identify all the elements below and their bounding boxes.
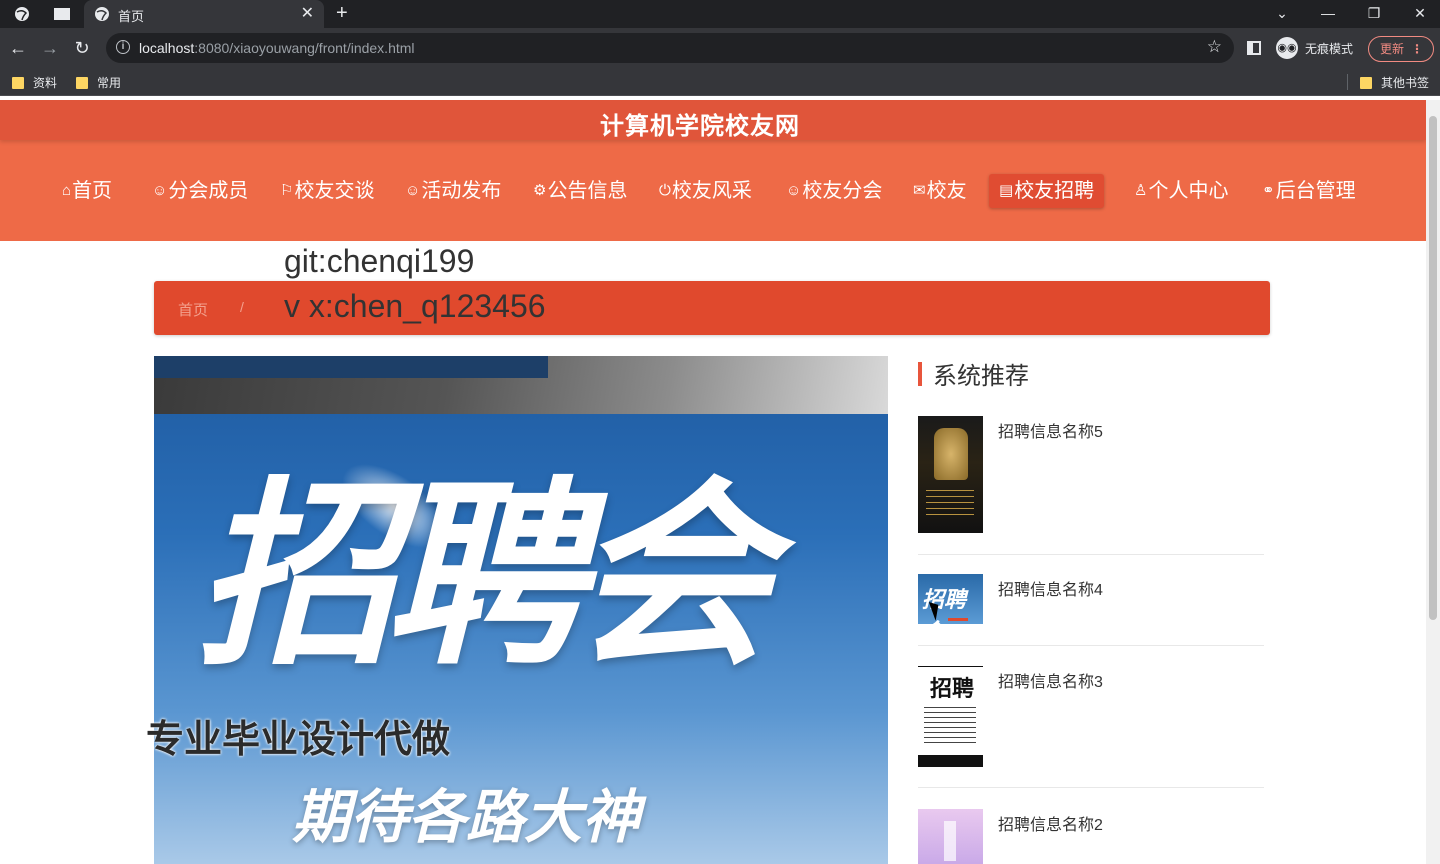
document-icon: ▤	[999, 182, 1014, 199]
watermark-wechat: v x:chen_q123456	[284, 288, 546, 324]
recommend-accent-bar	[918, 361, 922, 386]
reload-icon[interactable]: ↻	[70, 36, 94, 60]
bookmark-folder-ziliao[interactable]: 资料	[12, 74, 57, 91]
nav-item-chat[interactable]: ⚐ 校友交谈	[280, 174, 374, 208]
scrollbar-thumb[interactable]	[1429, 116, 1437, 620]
bookmark-separator	[1347, 74, 1348, 90]
recommend-thumbnail[interactable]	[918, 416, 983, 533]
forward-icon[interactable]: →	[38, 36, 62, 60]
more-vert-icon[interactable]: ⋮	[1411, 37, 1423, 61]
bookmark-folder-other[interactable]: 其他书签	[1360, 74, 1429, 91]
breadcrumb-home-link[interactable]: 首页	[178, 299, 208, 320]
recommend-thumbnail[interactable]: 招聘	[918, 666, 983, 768]
browser-menu-icon[interactable]	[12, 4, 32, 24]
url-text[interactable]: localhost:8080/xiaoyouwang/front/index.h…	[139, 40, 415, 56]
globe-icon	[94, 6, 110, 27]
incognito-indicator[interactable]: ◉◉ 无痕模式	[1276, 37, 1353, 59]
recruitment-poster-image: 招聘会 期待各路大神	[154, 356, 888, 864]
poster-title: 招聘会	[196, 458, 772, 693]
nav-item-alumni[interactable]: ✉ 校友	[913, 174, 967, 208]
recommend-item-name[interactable]: 招聘信息名称2	[998, 811, 1103, 835]
breadcrumb-separator: /	[240, 299, 244, 315]
chevron-down-icon[interactable]: ⌄	[1267, 2, 1297, 24]
divider	[918, 554, 1264, 555]
update-button[interactable]: 更新 ⋮	[1368, 36, 1434, 62]
folder-icon	[12, 76, 24, 89]
back-icon[interactable]: ←	[6, 36, 30, 60]
site-header: 计算机学院校友网 ⌂ 首页 ☺ 分会成员 ⚐ 校友交谈 ☺ 活动发布 ⚙ 公告信息 ⏻ 校友…	[0, 100, 1426, 241]
divider	[918, 787, 1264, 788]
nav-item-showcase[interactable]: ⏻ 校友风采	[659, 174, 752, 208]
tab-title: 首页	[118, 9, 145, 24]
palette-icon: ☺	[405, 182, 421, 199]
close-icon[interactable]: ✕	[301, 4, 314, 24]
browser-tab-strip: 首页 ✕ + ⌄ — ❐ ✕	[0, 0, 1440, 28]
close-window-icon[interactable]: ✕	[1405, 2, 1435, 24]
recommend-thumbnail[interactable]: 招聘会	[918, 574, 983, 624]
user-icon: ♙	[1134, 182, 1148, 199]
watermark-service: 专业毕业设计代做	[146, 719, 451, 761]
restore-icon[interactable]: ❐	[1359, 2, 1389, 24]
page-viewport: 计算机学院校友网 ⌂ 首页 ☺ 分会成员 ⚐ 校友交谈 ☺ 活动发布 ⚙ 公告信息 ⏻ 校友…	[0, 100, 1440, 864]
bookmarks-bar: 资料 常用 其他书签	[0, 68, 1440, 96]
recommend-title: 系统推荐	[933, 363, 1029, 390]
nav-item-profile[interactable]: ♙ 个人中心	[1134, 174, 1228, 208]
tab-search-icon[interactable]	[52, 4, 72, 24]
incognito-icon: ◉◉	[1276, 37, 1298, 59]
power-icon: ⏻	[659, 182, 671, 199]
address-bar[interactable]: i localhost:8080/xiaoyouwang/front/index…	[106, 33, 1234, 63]
smile-icon: ☺	[786, 182, 802, 199]
minimize-icon[interactable]: —	[1313, 2, 1343, 24]
poster-subtitle: 期待各路大神	[292, 783, 641, 851]
bookmark-folder-changyong[interactable]: 常用	[76, 74, 121, 91]
nav-item-admin[interactable]: ⚭ 后台管理	[1262, 174, 1356, 208]
home-icon: ⌂	[62, 182, 72, 199]
smile-icon: ☺	[152, 182, 168, 199]
info-icon[interactable]: i	[116, 40, 130, 54]
recommend-item-name[interactable]: 招聘信息名称4	[998, 576, 1103, 600]
tab-home[interactable]: 首页 ✕	[84, 0, 324, 28]
watermark-git: git:chenqi199	[284, 243, 475, 279]
link-icon: ⚭	[1262, 182, 1275, 199]
incognito-label: 无痕模式	[1305, 41, 1354, 56]
browser-toolbar: ← → ↻ i localhost:8080/xiaoyouwang/front…	[0, 28, 1440, 68]
flag-icon: ⚐	[280, 182, 294, 199]
nav-item-notices[interactable]: ⚙ 公告信息	[533, 174, 627, 208]
nav-item-home[interactable]: ⌂ 首页	[62, 174, 112, 208]
settings-icon: ⚙	[533, 182, 547, 199]
nav-item-branches[interactable]: ☺ 校友分会	[786, 174, 882, 208]
nav-item-recruitment[interactable]: ▤ 校友招聘	[989, 174, 1105, 208]
recommend-header: 系统推荐	[918, 356, 1029, 391]
recommend-thumbnail[interactable]	[918, 809, 983, 864]
divider	[918, 645, 1264, 646]
bookmark-star-icon[interactable]: ☆	[1207, 37, 1222, 57]
recommend-item-name[interactable]: 招聘信息名称3	[998, 668, 1103, 692]
folder-icon	[76, 76, 88, 89]
site-title: 计算机学院校友网	[600, 113, 800, 140]
nav-item-activities[interactable]: ☺ 活动发布	[405, 174, 501, 208]
poster-top-dark	[154, 356, 548, 378]
folder-icon	[1360, 76, 1372, 89]
mail-icon: ✉	[913, 182, 926, 199]
new-tab-icon[interactable]: +	[336, 2, 348, 24]
recommend-item-name[interactable]: 招聘信息名称5	[998, 418, 1103, 442]
nav-item-members[interactable]: ☺ 分会成员	[152, 174, 248, 208]
side-panel-icon[interactable]	[1247, 41, 1261, 55]
page-scrollbar[interactable]	[1426, 100, 1440, 864]
site-title-bar: 计算机学院校友网	[0, 100, 1426, 140]
